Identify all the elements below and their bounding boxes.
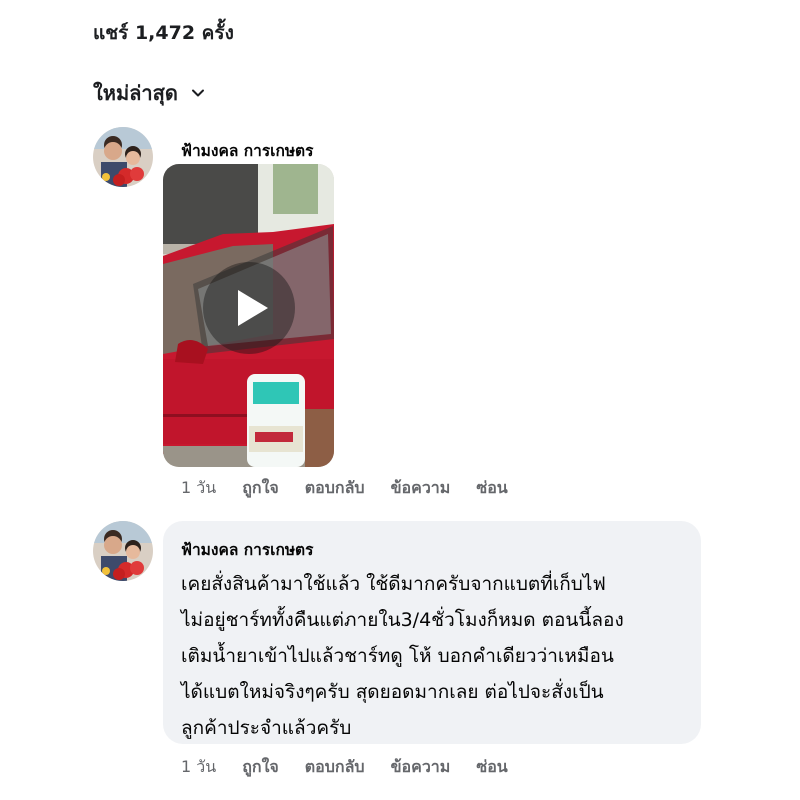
comment-actions: 1 วัน ถูกใจ ตอบกลับ ข้อความ ซ่อน bbox=[181, 476, 534, 501]
comment-bubble: ฟ้ามงคล การเกษตร เคยสั่งสินค้ามาใช้แล้ว … bbox=[163, 521, 701, 744]
comment-text: เคยสั่งสินค้ามาใช้แล้ว ใช้ดีมากครับจากแบ… bbox=[181, 566, 691, 746]
message-button[interactable]: ข้อความ bbox=[391, 755, 451, 780]
comment-author[interactable]: ฟ้ามงคล การเกษตร bbox=[181, 537, 313, 562]
hide-button[interactable]: ซ่อน bbox=[476, 755, 507, 780]
comment-text-line: เคยสั่งสินค้ามาใช้แล้ว ใช้ดีมากครับจากแบ… bbox=[181, 573, 606, 595]
message-button[interactable]: ข้อความ bbox=[391, 476, 451, 501]
comment-text-line: ได้แบตใหม่จริงๆครับ สุดยอดมากเลย ต่อไปจะ… bbox=[181, 681, 604, 703]
avatar[interactable] bbox=[93, 521, 153, 581]
reply-button[interactable]: ตอบกลับ bbox=[305, 755, 365, 780]
comment-text-line: ไม่อยู่ชาร์ททั้งคืนแต่ภายใน3/4ชั่วโมงก็ห… bbox=[181, 609, 624, 631]
reply-button[interactable]: ตอบกลับ bbox=[305, 476, 365, 501]
sort-label: ใหม่ล่าสุด bbox=[93, 81, 178, 105]
play-button[interactable] bbox=[202, 261, 295, 354]
hide-button[interactable]: ซ่อน bbox=[476, 476, 507, 501]
sort-dropdown[interactable]: ใหม่ล่าสุด bbox=[93, 77, 206, 109]
comment-text-line: เติมน้ำยาเข้าไปแล้วชาร์ทดู โห้ บอกคำเดีย… bbox=[181, 645, 614, 667]
share-count: แชร์ 1,472 ครั้ง bbox=[93, 22, 234, 44]
comment-author[interactable]: ฟ้ามงคล การเกษตร bbox=[181, 138, 313, 163]
comment-time[interactable]: 1 วัน bbox=[181, 755, 216, 780]
chevron-down-icon bbox=[190, 85, 206, 101]
comment-actions: 1 วัน ถูกใจ ตอบกลับ ข้อความ ซ่อน bbox=[181, 755, 534, 780]
comment-time[interactable]: 1 วัน bbox=[181, 476, 216, 501]
video-thumbnail[interactable] bbox=[163, 164, 334, 467]
avatar[interactable] bbox=[93, 127, 153, 187]
like-button[interactable]: ถูกใจ bbox=[242, 476, 279, 501]
like-button[interactable]: ถูกใจ bbox=[242, 755, 279, 780]
play-icon bbox=[237, 289, 268, 326]
comment-text-line: ลูกค้าประจำแล้วครับ bbox=[181, 717, 352, 739]
